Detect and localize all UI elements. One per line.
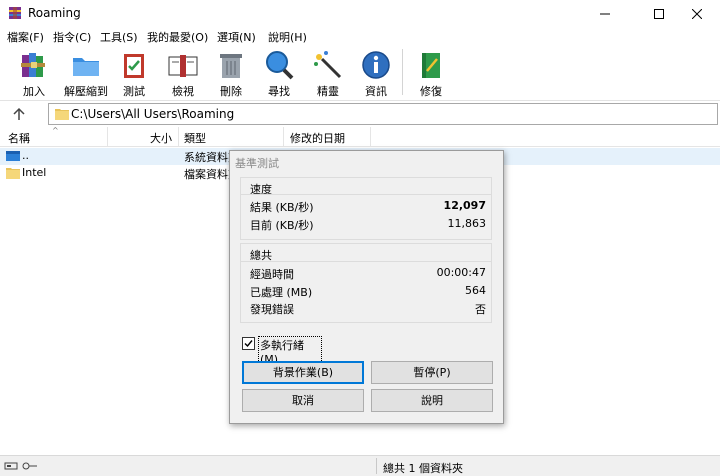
result-label: 結果 (KB/秒) bbox=[250, 201, 314, 214]
column-divider[interactable] bbox=[178, 127, 179, 147]
elapsed-value: 00:00:47 bbox=[436, 266, 486, 279]
column-name[interactable]: 名稱 bbox=[8, 130, 30, 146]
info-button[interactable]: 資訊 bbox=[351, 48, 401, 98]
processed-value: 564 bbox=[465, 284, 486, 297]
wizard-label: 精靈 bbox=[317, 85, 339, 98]
window-title: Roaming bbox=[28, 6, 81, 20]
menu-options[interactable]: 選項(N) bbox=[217, 29, 256, 45]
info-label: 資訊 bbox=[365, 85, 387, 98]
current-label: 目前 (KB/秒) bbox=[250, 219, 314, 232]
minimize-icon bbox=[600, 13, 610, 15]
processed-label: 已處理 (MB) bbox=[250, 286, 313, 299]
open-book-icon bbox=[168, 55, 198, 77]
view-button[interactable]: 檢視 bbox=[158, 48, 208, 98]
repair-book-icon bbox=[422, 53, 440, 78]
toolbar: 加入 解壓縮到 測試 檢視 刪除 尋找 精靈 資訊 修復 bbox=[0, 45, 720, 100]
delete-button[interactable]: 刪除 bbox=[206, 48, 256, 98]
status-bar: 總共 1 個資料夾 bbox=[0, 455, 720, 476]
menu-bar: 檔案(F) 指令(C) 工具(S) 我的最愛(O) 選項(N) 說明(H) bbox=[0, 28, 720, 45]
title-bar: Roaming bbox=[0, 0, 720, 28]
info-icon bbox=[362, 51, 390, 79]
column-divider[interactable] bbox=[370, 127, 371, 147]
extract-to-button[interactable]: 解壓縮到 bbox=[61, 48, 111, 98]
arrow-up-icon bbox=[13, 107, 25, 120]
extract-to-label: 解壓縮到 bbox=[64, 85, 108, 98]
drive-key-icon bbox=[4, 462, 37, 470]
close-icon bbox=[692, 9, 702, 19]
maximize-icon bbox=[654, 9, 664, 19]
checkbox-box[interactable] bbox=[242, 337, 255, 350]
parent-folder-icon bbox=[6, 151, 20, 161]
column-divider[interactable] bbox=[107, 127, 108, 147]
menu-help[interactable]: 說明(H) bbox=[268, 29, 307, 45]
add-label: 加入 bbox=[23, 85, 45, 98]
column-modified[interactable]: 修改的日期 bbox=[290, 130, 345, 146]
up-button[interactable] bbox=[8, 105, 30, 123]
winrar-app-icon bbox=[9, 7, 21, 19]
errors-label: 發現錯誤 bbox=[250, 303, 294, 316]
magic-wand-icon bbox=[314, 51, 342, 79]
checkmark-icon bbox=[244, 340, 253, 348]
menu-favorites[interactable]: 我的最愛(O) bbox=[147, 29, 208, 45]
test-button[interactable]: 測試 bbox=[109, 48, 159, 98]
test-label: 測試 bbox=[123, 85, 145, 98]
find-label: 尋找 bbox=[268, 85, 290, 98]
processed-row: 已處理 (MB) 564 bbox=[250, 284, 486, 300]
delete-label: 刪除 bbox=[220, 85, 242, 98]
dialog-title: 基準測試 bbox=[235, 157, 279, 170]
elapsed-label: 經過時間 bbox=[250, 268, 294, 281]
add-button[interactable]: 加入 bbox=[9, 48, 59, 98]
address-bar: C:\Users\All Users\Roaming bbox=[0, 100, 720, 126]
elapsed-row: 經過時間 00:00:47 bbox=[250, 266, 486, 282]
total-divider bbox=[240, 261, 492, 262]
menu-tools[interactable]: 工具(S) bbox=[100, 29, 138, 45]
status-divider bbox=[376, 458, 377, 474]
repair-label: 修復 bbox=[420, 85, 442, 98]
archive-books-icon bbox=[21, 53, 45, 77]
benchmark-dialog: 基準測試 速度 結果 (KB/秒) 12,097 目前 (KB/秒) 11,86… bbox=[229, 150, 504, 424]
sort-indicator-icon: ^ bbox=[52, 126, 59, 135]
folder-icon bbox=[73, 58, 99, 76]
errors-row: 發現錯誤 否 bbox=[250, 301, 486, 317]
magnifier-icon bbox=[266, 51, 294, 80]
help-button[interactable]: 說明 bbox=[371, 389, 493, 412]
address-path: C:\Users\All Users\Roaming bbox=[71, 107, 235, 121]
speed-divider bbox=[240, 194, 492, 195]
multithread-checkbox[interactable]: 多執行緒(M) bbox=[242, 336, 322, 367]
speed-current-row: 目前 (KB/秒) 11,863 bbox=[250, 217, 486, 233]
view-label: 檢視 bbox=[172, 85, 194, 98]
result-value: 12,097 bbox=[443, 199, 486, 212]
toolbar-separator bbox=[402, 49, 403, 95]
close-button[interactable] bbox=[674, 0, 720, 28]
status-text: 總共 1 個資料夾 bbox=[383, 462, 463, 475]
clipboard-check-icon bbox=[124, 54, 144, 78]
menu-commands[interactable]: 指令(C) bbox=[53, 29, 91, 45]
dialog-title-bar[interactable]: 基準測試 bbox=[230, 151, 503, 173]
find-button[interactable]: 尋找 bbox=[254, 48, 304, 98]
cancel-button[interactable]: 取消 bbox=[242, 389, 364, 412]
file-name: .. bbox=[22, 149, 29, 162]
trash-can-icon bbox=[220, 54, 242, 78]
minimize-button[interactable] bbox=[582, 0, 628, 28]
repair-button[interactable]: 修復 bbox=[406, 48, 456, 98]
menu-file[interactable]: 檔案(F) bbox=[7, 29, 44, 45]
folder-icon bbox=[6, 168, 20, 179]
background-button[interactable]: 背景作業(B) bbox=[242, 361, 364, 384]
speed-result-row: 結果 (KB/秒) 12,097 bbox=[250, 199, 486, 215]
file-name: Intel bbox=[22, 166, 47, 179]
wizard-button[interactable]: 精靈 bbox=[303, 48, 353, 98]
errors-value: 否 bbox=[475, 303, 486, 316]
folder-icon bbox=[55, 109, 69, 120]
column-size[interactable]: 大小 bbox=[150, 130, 172, 146]
column-divider[interactable] bbox=[283, 127, 284, 147]
pause-button[interactable]: 暫停(P) bbox=[371, 361, 493, 384]
address-field[interactable]: C:\Users\All Users\Roaming bbox=[48, 103, 718, 125]
column-type[interactable]: 類型 bbox=[184, 130, 206, 146]
file-list-header: ^ 名稱 大小 類型 修改的日期 bbox=[0, 126, 720, 147]
current-value: 11,863 bbox=[447, 217, 487, 230]
